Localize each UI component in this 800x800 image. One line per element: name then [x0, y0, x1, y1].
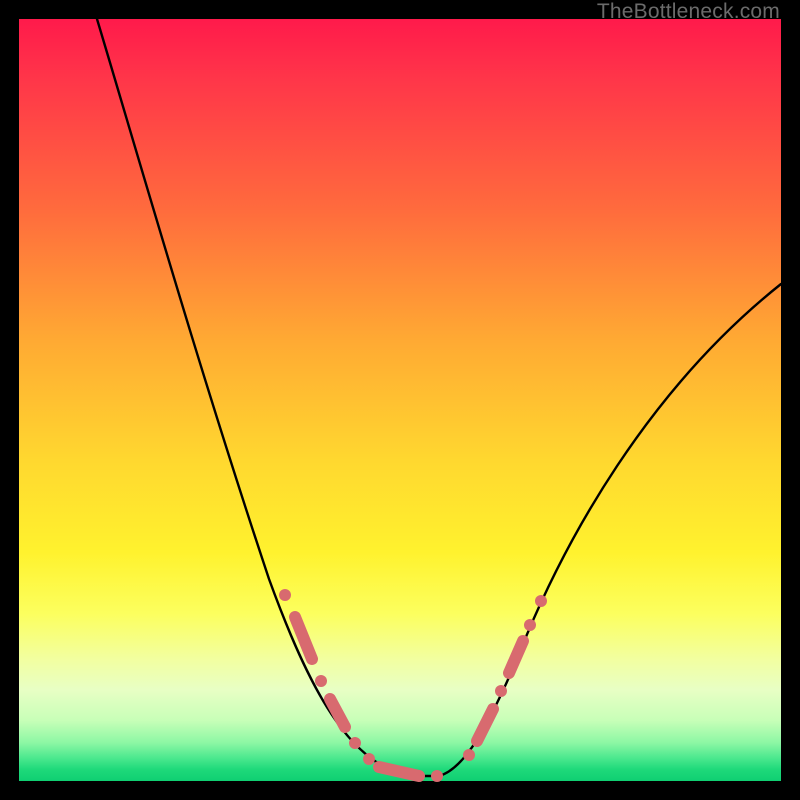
- curve-svg: [19, 19, 781, 781]
- marker-cluster-left: [279, 589, 443, 782]
- bottleneck-curve: [97, 19, 781, 776]
- chart-plot-area: [19, 19, 781, 781]
- chart-frame: TheBottleneck.com: [0, 0, 800, 800]
